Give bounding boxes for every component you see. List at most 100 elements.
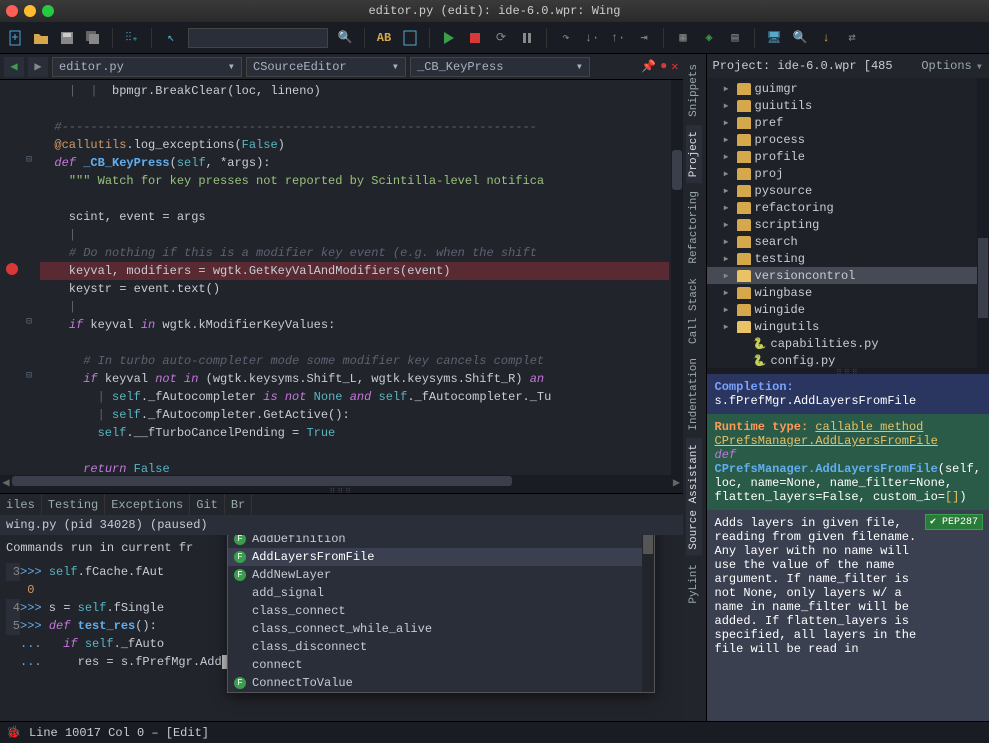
stop-icon[interactable] [466, 29, 484, 47]
tree-arrow-icon[interactable]: ▸ [723, 200, 733, 215]
tree-arrow-icon[interactable]: ▸ [723, 234, 733, 249]
bottom-tab-git[interactable]: Git [190, 494, 225, 516]
tree-item[interactable]: 🐍config.py [707, 352, 989, 368]
minimize-window-icon[interactable] [24, 5, 36, 17]
search-icon[interactable]: 🔍 [336, 29, 354, 47]
autocomplete-item[interactable]: FConnectToValue [228, 674, 654, 692]
bullet-icon[interactable]: ● [660, 59, 667, 74]
tree-arrow-icon[interactable]: ▸ [723, 98, 733, 113]
breakpoint-icon[interactable] [6, 263, 18, 275]
chevron-down-icon[interactable]: ▾ [976, 59, 983, 74]
tree-item[interactable]: 🐍capabilities.py [707, 335, 989, 352]
autocomplete-item[interactable]: FAddLayersFromFile [228, 548, 654, 566]
tree-arrow-icon[interactable]: ▸ [723, 166, 733, 181]
class-method-link[interactable]: CPrefsManager.AddLayersFromFile [715, 434, 938, 448]
tree-item[interactable]: ▸profile [707, 148, 989, 165]
close-window-icon[interactable] [6, 5, 18, 17]
autocomplete-item[interactable]: class_connect [228, 602, 654, 620]
autocomplete-item[interactable]: class_connect_while_alive [228, 620, 654, 638]
tree-arrow-icon[interactable]: ▸ [723, 115, 733, 130]
indent-icon[interactable]: ⫶⫶₊ [123, 29, 141, 47]
tree-item[interactable]: ▸wingide [707, 301, 989, 318]
tree-scrollbar[interactable] [977, 78, 989, 368]
autocomplete-item[interactable]: connect [228, 656, 654, 674]
autocomplete-popup[interactable]: FAddCustomIOFAddDefinitionFAddLayersFrom… [227, 535, 655, 693]
pointer-icon[interactable]: ↖ [162, 29, 180, 47]
vtab-indentation[interactable]: Indentation [686, 352, 702, 437]
continue-icon[interactable]: ⇥ [635, 29, 653, 47]
project-tree[interactable]: ▸guimgr▸guiutils▸pref▸process▸profile▸pr… [707, 78, 989, 368]
tree-arrow-icon[interactable]: ▸ [723, 183, 733, 198]
step-over-icon[interactable]: ↷ [557, 29, 575, 47]
editor-scrollbar-horizontal[interactable]: ◀ ▶ [0, 475, 683, 487]
autocomplete-item[interactable]: FAddDefinition [228, 535, 654, 548]
nav-forward-button[interactable]: ▶ [28, 57, 48, 77]
project-options-link[interactable]: Options [921, 59, 971, 73]
tree-arrow-icon[interactable]: ▸ [723, 132, 733, 147]
tree-item[interactable]: ▸scripting [707, 216, 989, 233]
tree-arrow-icon[interactable]: ▸ [723, 285, 733, 300]
bottom-tab-testing[interactable]: Testing [42, 494, 105, 516]
runtime-type-link[interactable]: callable method [815, 420, 923, 434]
bottom-tab-exceptions[interactable]: Exceptions [105, 494, 190, 516]
vtab-pylint[interactable]: PyLint [686, 558, 702, 610]
autocomplete-item[interactable]: add_signal [228, 584, 654, 602]
breakpoint-gutter[interactable] [0, 80, 24, 475]
search-input[interactable] [188, 28, 328, 48]
vtab-snippets[interactable]: Snippets [686, 58, 702, 123]
tree-item[interactable]: ▸wingutils [707, 318, 989, 335]
save-icon[interactable] [58, 29, 76, 47]
tree-item[interactable]: ▸testing [707, 250, 989, 267]
file-crumb[interactable]: editor.py ▾ [52, 57, 242, 77]
run-icon[interactable] [440, 29, 458, 47]
zoom-icon[interactable]: 🔍 [791, 29, 809, 47]
tree-arrow-icon[interactable]: ▸ [723, 81, 733, 96]
fold-gutter[interactable]: ⊟⊟⊟ [24, 80, 38, 475]
autocomplete-scrollbar[interactable] [642, 535, 654, 692]
step-out-icon[interactable]: ↑· [609, 29, 627, 47]
class-crumb[interactable]: CSourceEditor ▾ [246, 57, 406, 77]
save-all-icon[interactable] [84, 29, 102, 47]
bottom-tab-iles[interactable]: iles [0, 494, 42, 516]
tree-arrow-icon[interactable]: ▸ [723, 149, 733, 164]
tree-item[interactable]: ▸pysource [707, 182, 989, 199]
step-in-icon[interactable]: ↓· [583, 29, 601, 47]
page-icon[interactable] [401, 29, 419, 47]
autocomplete-item[interactable]: FAddNewLayer [228, 566, 654, 584]
bug-icon[interactable]: 🐞 [6, 725, 21, 740]
vtab-source-assistant[interactable]: Source Assistant [686, 438, 702, 556]
tree-arrow-icon[interactable]: ▸ [723, 319, 733, 334]
method-crumb[interactable]: _CB_KeyPress ▾ [410, 57, 590, 77]
tree-item[interactable]: ▸versioncontrol [707, 267, 989, 284]
swap-icon[interactable]: ⇄ [843, 29, 861, 47]
nav-back-button[interactable]: ◀ [4, 57, 24, 77]
tree-item[interactable]: ▸wingbase [707, 284, 989, 301]
highlight-icon[interactable]: AB [375, 29, 393, 47]
tree-item[interactable]: ▸proj [707, 165, 989, 182]
frames-icon[interactable]: ▦ [674, 29, 692, 47]
close-tab-icon[interactable]: ✕ [671, 59, 678, 74]
code-content[interactable]: | | bpmgr.BreakClear(loc, lineno) #-----… [40, 82, 669, 475]
tree-item[interactable]: ▸pref [707, 114, 989, 131]
open-folder-icon[interactable] [32, 29, 50, 47]
code-editor[interactable]: ⊟⊟⊟ | | bpmgr.BreakClear(loc, lineno) #-… [0, 80, 683, 475]
pause-icon[interactable] [518, 29, 536, 47]
tree-arrow-icon[interactable]: ▸ [723, 217, 733, 232]
restart-icon[interactable]: ⟳ [492, 29, 510, 47]
debug-console[interactable]: Commands run in current fr3>>> self.fCac… [0, 535, 683, 721]
tree-arrow-icon[interactable]: ▸ [723, 251, 733, 266]
vtab-call-stack[interactable]: Call Stack [686, 272, 702, 350]
layout-icon[interactable]: ▤ [726, 29, 744, 47]
tree-arrow-icon[interactable]: ▸ [723, 302, 733, 317]
tree-item[interactable]: ▸guiutils [707, 97, 989, 114]
vtab-project[interactable]: Project [686, 125, 702, 183]
vtab-refactoring[interactable]: Refactoring [686, 185, 702, 270]
tree-item[interactable]: ▸search [707, 233, 989, 250]
autocomplete-item[interactable]: class_disconnect [228, 638, 654, 656]
pin-icon[interactable]: 📌 [641, 59, 656, 74]
monitor-icon[interactable]: 🖥 [765, 29, 783, 47]
new-file-icon[interactable] [6, 29, 24, 47]
tree-item[interactable]: ▸process [707, 131, 989, 148]
zoom-window-icon[interactable] [42, 5, 54, 17]
tree-item[interactable]: ▸refactoring [707, 199, 989, 216]
